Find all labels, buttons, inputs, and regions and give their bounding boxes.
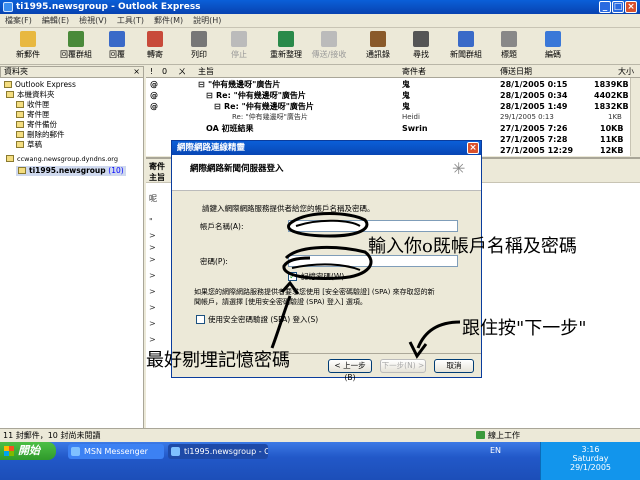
annotation-enter-credentials: 輸入你o既帳戶名稱及密碼 xyxy=(368,236,577,257)
annotation-uncheck-remember: 最好剔埋記憶密碼 xyxy=(146,350,290,371)
annotation-press-next: 跟住按"下一步" xyxy=(462,318,587,339)
